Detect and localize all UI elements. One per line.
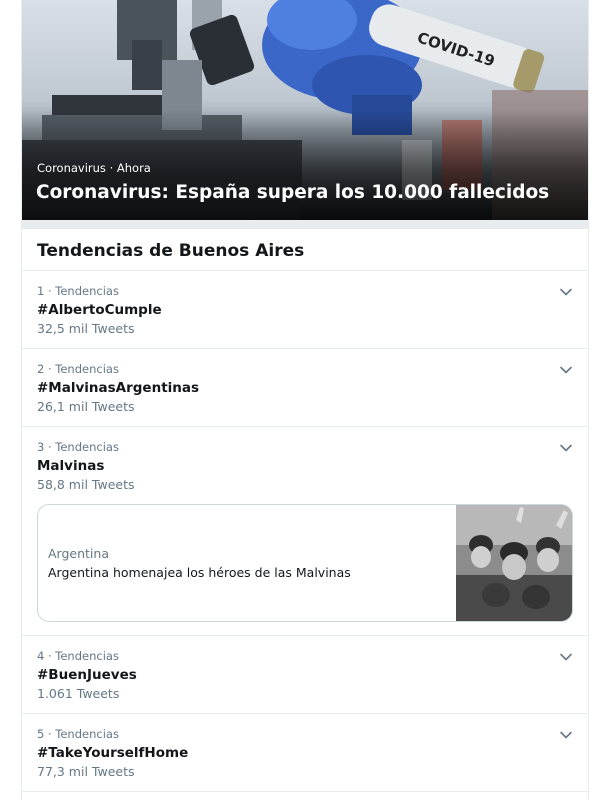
trend-name[interactable]: #BuenJueves [37,665,573,685]
chevron-down-icon[interactable] [558,649,574,665]
trend-item[interactable]: 1 · Tendencias #AlbertoCumple 32,5 mil T… [22,271,588,349]
hero-meta: Coronavirus · Ahora [37,161,151,175]
trend-tweet-count: 1.061 Tweets [37,686,120,701]
trend-meta: 5 · Tendencias [37,727,119,741]
trend-item[interactable]: 4 · Tendencias #BuenJueves 1.061 Tweets [22,636,588,714]
trend-meta: 4 · Tendencias [37,649,119,663]
trend-name[interactable]: Malvinas [37,456,573,476]
trend-tweet-count: 32,5 mil Tweets [37,321,135,336]
hero-title[interactable]: Coronavirus: España supera los 10.000 fa… [36,182,549,203]
trend-name[interactable]: #AlbertoCumple [37,300,573,320]
chevron-down-icon[interactable] [558,284,574,300]
trend-meta: 3 · Tendencias [37,440,119,454]
section-divider [22,220,588,229]
trends-title: Tendencias de Buenos Aires [37,241,305,261]
trend-meta: 2 · Tendencias [37,362,119,376]
trends-panel: COVID-19 Coronavirus · Ahora Coronavirus… [21,0,589,800]
chevron-down-icon[interactable] [558,440,574,456]
trend-meta: 1 · Tendencias [37,284,119,298]
chevron-down-icon[interactable] [558,362,574,378]
trend-item[interactable]: 2 · Tendencias #MalvinasArgentinas 26,1 … [22,349,588,427]
chevron-down-icon[interactable] [558,727,574,743]
story-text: Argentina Argentina homenajea los héroes… [38,505,456,621]
trend-name[interactable]: #MalvinasArgentinas [37,378,573,398]
trend-tweet-count: 26,1 mil Tweets [37,399,135,414]
related-story-card[interactable]: Argentina Argentina homenajea los héroes… [37,504,573,622]
story-photo [456,505,572,621]
story-source: Argentina [48,546,109,561]
story-headline[interactable]: Argentina homenajea los héroes de las Ma… [48,564,446,582]
trend-item[interactable]: 5 · Tendencias #TakeYourselfHome 77,3 mi… [22,714,588,792]
trend-name[interactable]: #TakeYourselfHome [37,743,573,763]
trend-tweet-count: 77,3 mil Tweets [37,764,135,779]
featured-news-card[interactable]: COVID-19 Coronavirus · Ahora Coronavirus… [22,0,588,220]
trend-tweet-count: 58,8 mil Tweets [37,477,135,492]
trend-item[interactable]: 3 · Tendencias Malvinas 58,8 mil Tweets … [22,427,588,636]
trends-header: Tendencias de Buenos Aires [22,229,588,271]
